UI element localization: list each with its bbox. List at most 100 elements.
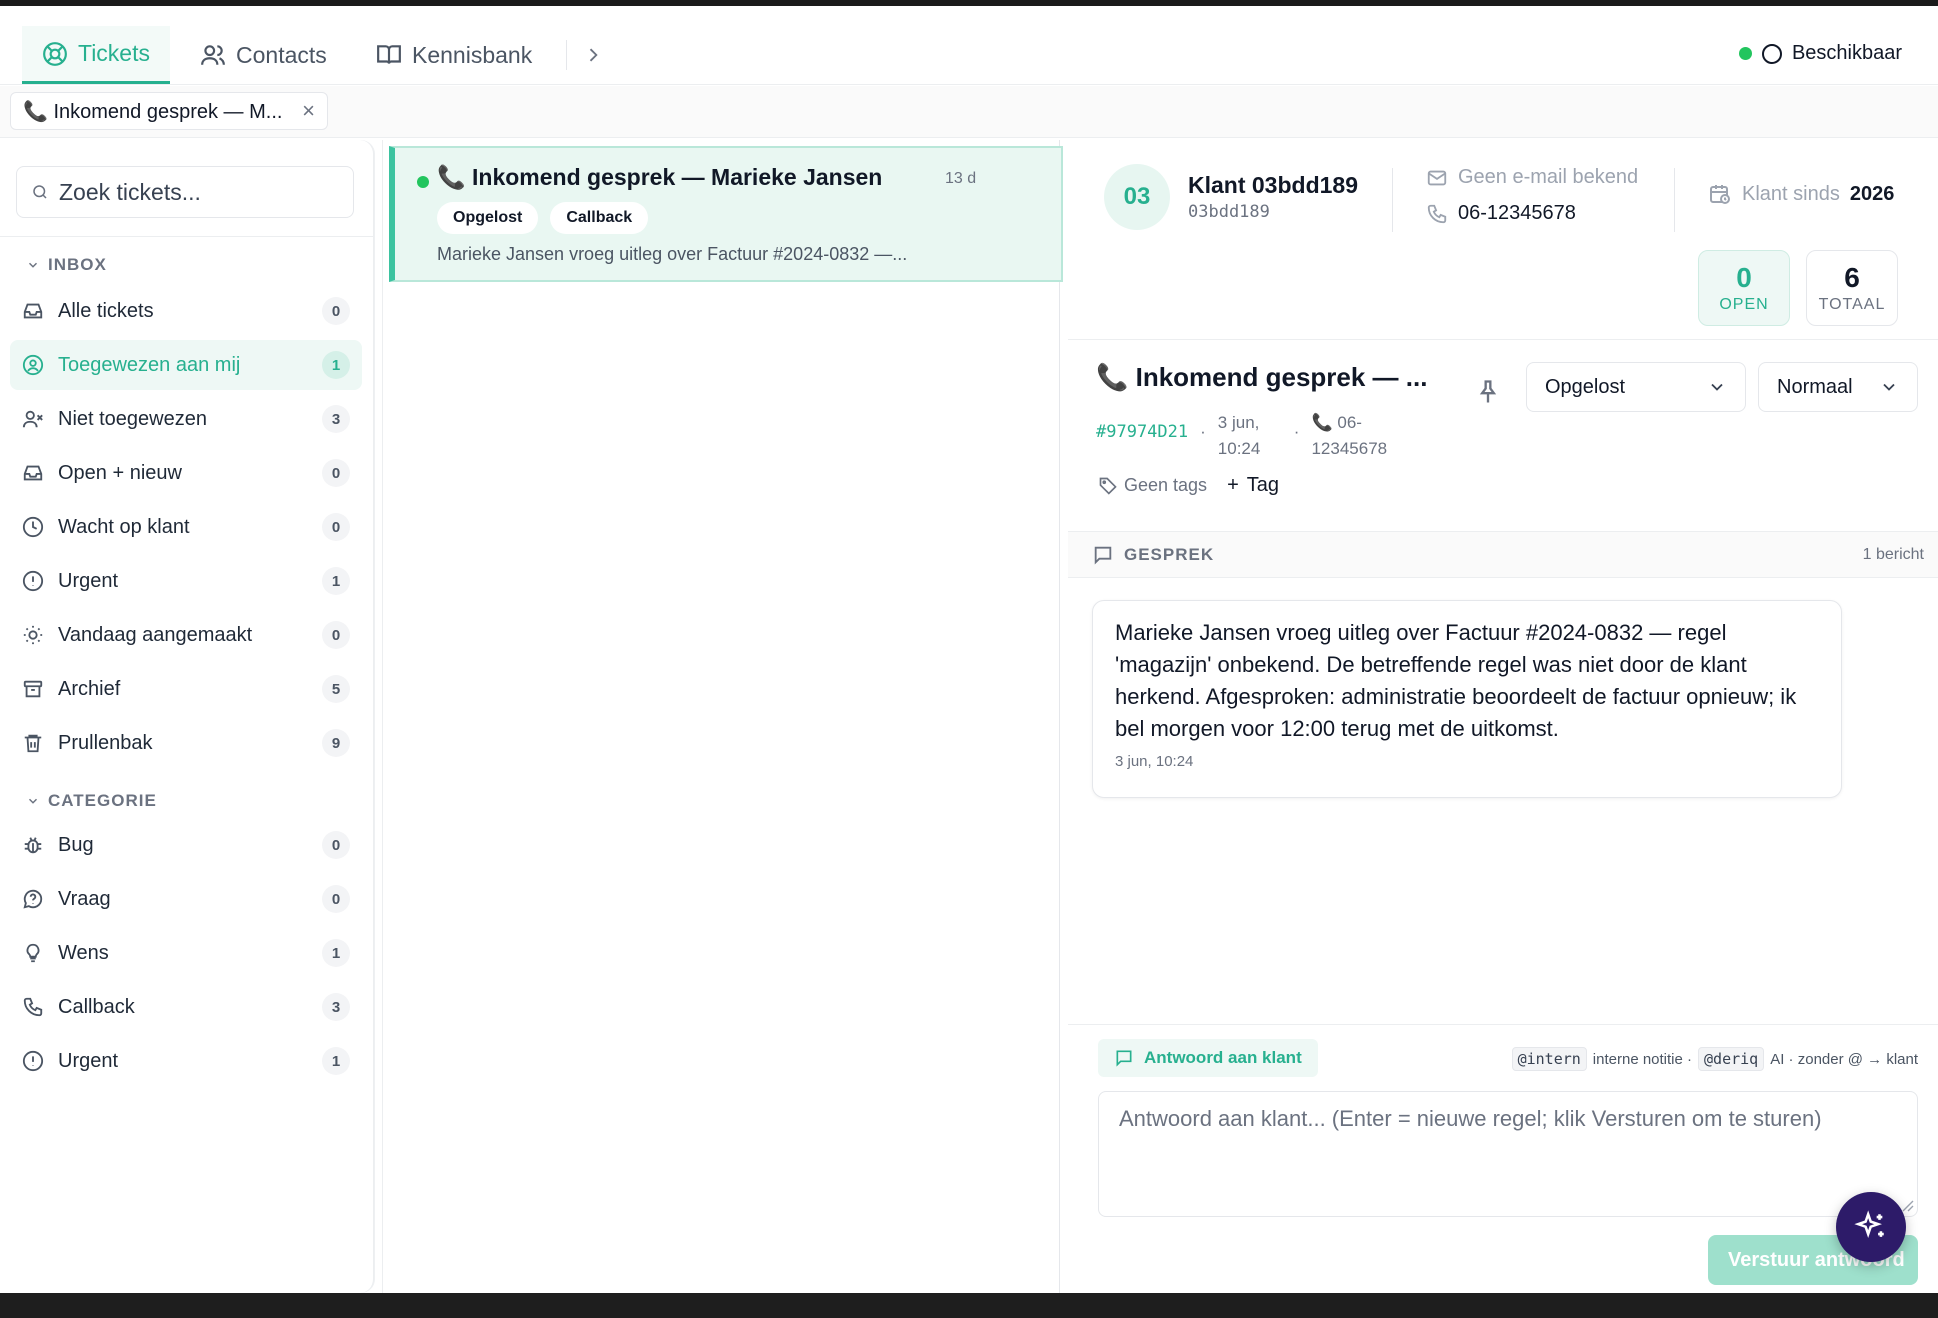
ticket-id[interactable]: #97974D21 (1096, 422, 1188, 442)
open-ticket-tab[interactable]: 📞 Inkomend gesprek — M... × (10, 92, 328, 130)
sidebar-item-wens[interactable]: Wens 1 (10, 928, 362, 978)
sidebar-item-label: Niet toegewezen (58, 407, 207, 430)
alert-circle-icon (22, 570, 44, 592)
online-dot-icon (1738, 47, 1752, 60)
ticket-item-age: 13 d (945, 170, 977, 187)
sidebar-item-vandaag-aangemaakt[interactable]: Vandaag aangemaakt 0 (10, 610, 362, 660)
search-input[interactable] (59, 178, 339, 206)
customer-phone-text: 06-12345678 (1458, 202, 1576, 224)
inbox-section-toggle[interactable]: INBOX (26, 252, 107, 278)
search-box[interactable] (16, 166, 354, 218)
book-icon (377, 45, 401, 64)
phone-icon (23, 997, 43, 1017)
message-bubble: Marieke Jansen vroeg uitleg over Factuur… (1092, 600, 1842, 798)
ticket-meta: #97974D21 · 3 jun, 10:24 · 📞 06-12345678 (1096, 410, 1411, 462)
sidebar-item-niet-toegewezen[interactable]: Niet toegewezen 3 (10, 394, 362, 444)
unread-dot-icon (417, 176, 429, 188)
customer-id: 03bdd189 (1188, 202, 1270, 222)
chevron-right-icon (589, 48, 598, 62)
deriq-hint-text: AI · zonder @ → klant (1770, 1050, 1918, 1068)
sidebar-item-urgent-category[interactable]: Urgent 1 (10, 1036, 362, 1086)
sun-icon (23, 625, 43, 645)
intern-hint-text: interne notitie · (1592, 1050, 1693, 1068)
add-tag-label: Tag (1246, 474, 1279, 496)
sidebar-item-urgent[interactable]: Urgent 1 (10, 556, 362, 606)
sidebar-item-bug[interactable]: Bug 0 (10, 820, 362, 870)
sidebar-item-callback[interactable]: Callback 3 (10, 982, 362, 1032)
sidebar-item-wacht-op-klant[interactable]: Wacht op klant 0 (10, 502, 362, 552)
chevron-down-icon (1883, 383, 1895, 391)
status-label: Beschikbaar (1791, 42, 1902, 64)
count-badge: 1 (322, 351, 350, 379)
open-tickets-stat[interactable]: 0 OPEN (1698, 250, 1790, 326)
chevron-down-icon (28, 262, 38, 268)
total-tickets-stat[interactable]: 6 TOTAAL (1806, 250, 1898, 326)
message-square-icon (1116, 1050, 1132, 1067)
count-badge: 0 (322, 885, 350, 913)
mail-icon (1427, 170, 1447, 185)
top-nav: Tickets Contacts Kennisbank Beschikbaar (0, 6, 1938, 85)
customer-header: 03 Klant 03bdd189 03bdd189 Geen e-mail b… (1068, 140, 1938, 340)
tab-contacts[interactable]: Contacts (180, 26, 347, 84)
ticket-list: 📞 Inkomend gesprek — Marieke Jansen 13 d… (382, 140, 1063, 1293)
category-section-toggle[interactable]: CATEGORIE (26, 788, 157, 814)
pin-icon[interactable] (1474, 378, 1502, 406)
sidebar-item-label: Urgent (58, 569, 119, 592)
reply-composer: Antwoord aan klant @intern interne notit… (1068, 1024, 1938, 1293)
sidebar-item-vraag[interactable]: Vraag 0 (10, 874, 362, 924)
nav-more-button[interactable] (578, 40, 608, 70)
phone-icon (1427, 204, 1447, 223)
bottom-bar (0, 1293, 1938, 1318)
status-select[interactable]: Opgelost (1526, 362, 1746, 412)
sparkles-icon (1854, 1210, 1884, 1238)
customer-since-label: Klant sinds (1742, 182, 1840, 205)
no-tags-text: Geen tags (1124, 475, 1208, 495)
count-badge: 1 (322, 1047, 350, 1075)
sidebar-item-alle-tickets[interactable]: Alle tickets 0 (10, 286, 362, 336)
total-count: 6 (1844, 262, 1860, 293)
add-tag-button[interactable]: + Tag (1227, 474, 1279, 497)
sidebar-item-label: Wens (58, 941, 109, 964)
meta-separator: · (1293, 422, 1300, 441)
customer-since-year: 2026 (1849, 182, 1895, 205)
availability-status[interactable]: Beschikbaar (1738, 42, 1902, 65)
reply-mode-toggle[interactable]: Antwoord aan klant (1098, 1039, 1318, 1077)
tab-tickets[interactable]: Tickets (22, 26, 170, 84)
bug-icon (24, 837, 42, 854)
message-time: 3 jun, 10:24 (1115, 753, 1194, 770)
deriq-hint-code: @deriq (1698, 1047, 1765, 1071)
open-label: OPEN (1719, 296, 1769, 313)
tab-kennisbank[interactable]: Kennisbank (356, 26, 552, 84)
priority-select[interactable]: Normaal (1758, 362, 1918, 412)
count-badge: 3 (322, 993, 350, 1021)
lifebuoy-icon (43, 41, 67, 66)
customer-phone[interactable]: 06-12345678 (1426, 202, 1576, 225)
conversation-header: GESPREK 1 bericht (1068, 532, 1938, 578)
meta-separator: · (1200, 422, 1206, 441)
count-badge: 1 (322, 939, 350, 967)
close-icon[interactable]: × (302, 98, 315, 124)
header-divider (1392, 168, 1393, 232)
inbox-icon (23, 465, 43, 481)
count-badge: 0 (322, 459, 350, 487)
customer-name[interactable]: Klant 03bdd189 (1188, 172, 1358, 199)
status-select-value: Opgelost (1545, 375, 1626, 398)
tag-icon (1099, 477, 1117, 495)
sidebar-item-label: Open + nieuw (58, 461, 182, 484)
ticket-item-tags: Opgelost Callback (437, 202, 649, 234)
reply-textarea[interactable] (1098, 1091, 1918, 1217)
message-square-icon (1094, 546, 1112, 565)
ai-assistant-button[interactable] (1836, 1192, 1906, 1262)
count-badge: 0 (322, 297, 350, 325)
sidebar-divider (0, 236, 374, 237)
sidebar-item-label: Vandaag aangemaakt (58, 623, 253, 646)
sidebar-item-toegewezen-aan-mij[interactable]: Toegewezen aan mij 1 (10, 340, 362, 390)
sidebar-item-archief[interactable]: Archief 5 (10, 664, 362, 714)
trash-icon (24, 734, 42, 753)
resize-handle-icon[interactable] (1900, 1198, 1914, 1212)
category-section-title: CATEGORIE (48, 791, 157, 810)
sidebar-item-prullenbak[interactable]: Prullenbak 9 (10, 718, 362, 768)
intern-hint-code: @intern (1511, 1047, 1587, 1071)
sidebar-item-open-nieuw[interactable]: Open + nieuw 0 (10, 448, 362, 498)
ticket-list-item[interactable]: 📞 Inkomend gesprek — Marieke Jansen 13 d… (389, 146, 1063, 282)
